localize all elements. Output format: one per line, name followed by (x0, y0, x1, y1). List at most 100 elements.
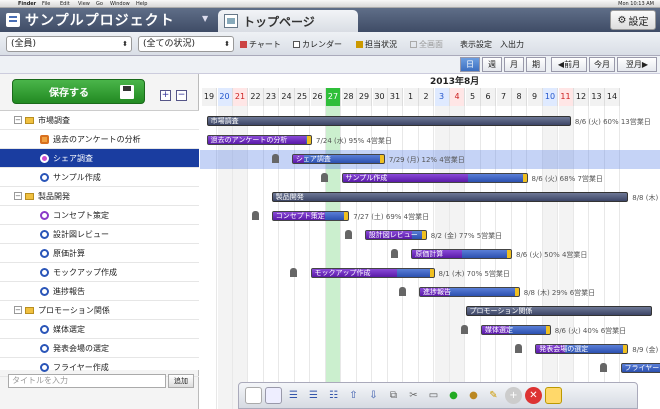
menu-window[interactable]: Window (110, 0, 130, 7)
tree-item-mockup[interactable]: モックアップ作成 (0, 263, 199, 282)
tree-item-progress[interactable]: 進捗報告 (0, 282, 199, 301)
assignee-status-button[interactable]: 担当状況 (356, 39, 397, 50)
resize-handle[interactable] (379, 155, 384, 163)
add-person-icon[interactable]: ● (445, 387, 462, 404)
task-bar[interactable]: シェア調査 (291, 154, 385, 164)
project-title[interactable]: サンプルプロジェクト (6, 9, 175, 31)
task-bar[interactable]: モックアップ作成 (310, 268, 435, 278)
copy-icon[interactable] (265, 387, 282, 404)
menu-app[interactable]: Finder (18, 0, 36, 7)
task-bar[interactable]: コンセプト策定 (271, 211, 350, 221)
menu-view[interactable]: View (78, 0, 90, 7)
task-bar[interactable]: 発表会場の選定 (535, 344, 629, 354)
resize-handle[interactable] (307, 136, 312, 144)
group-bar[interactable]: プロモーション関係 (465, 306, 652, 316)
chart-button[interactable]: チャート (240, 39, 281, 50)
tree-item-venue[interactable]: 発表会場の選定 (0, 339, 199, 358)
assignee-icon[interactable] (251, 211, 259, 220)
view-day[interactable]: 日 (460, 57, 480, 72)
resize-handle[interactable] (429, 269, 434, 277)
add-icon[interactable]: + (505, 387, 522, 404)
display-settings-button[interactable]: 表示設定 (460, 39, 492, 50)
remove-person-icon[interactable]: ● (465, 387, 482, 404)
calendar-button[interactable]: カレンダー (293, 39, 342, 50)
tree-item-past-survey[interactable]: 過去のアンケートの分析 (0, 130, 199, 149)
tree-item-cost[interactable]: 原価計算 (0, 244, 199, 263)
assignee-icon[interactable] (460, 325, 468, 334)
import-export-button[interactable]: 入出力 (500, 39, 524, 50)
outdent-icon[interactable]: ☰ (305, 387, 322, 404)
menu-help[interactable]: Help (136, 0, 147, 7)
menu-file[interactable]: File (42, 0, 50, 7)
bar-label: プロモーション関係 (469, 307, 533, 315)
member-select[interactable]: (全員) ⬍ (6, 36, 132, 52)
link-icon[interactable]: ⧉ (385, 387, 402, 404)
tree-item-concept[interactable]: コンセプト策定 (0, 206, 199, 225)
tree-item-label: 進捗報告 (53, 286, 85, 296)
resize-handle[interactable] (522, 174, 527, 182)
save-button[interactable]: 保存する (12, 79, 145, 104)
edit-icon[interactable]: ✎ (485, 387, 502, 404)
task-bar[interactable]: 過去のアンケートの分析 (206, 135, 313, 145)
view-month[interactable]: 月 (504, 57, 524, 72)
this-month-button[interactable]: 今月 (589, 57, 615, 72)
assignee-icon[interactable] (290, 268, 298, 277)
tab-top-page[interactable]: トップページ (218, 10, 358, 32)
resize-handle[interactable] (507, 250, 511, 258)
tree-item-product-dev[interactable]: − 製品開発 (0, 187, 199, 206)
task-icon (40, 153, 49, 163)
assignee-icon[interactable] (344, 230, 352, 239)
collapse-all-button[interactable]: − (176, 90, 187, 101)
next-month-button[interactable]: 翌月▶ (617, 57, 657, 72)
prev-month-button[interactable]: ◀前月 (551, 57, 587, 72)
tree-item-promotion[interactable]: − プロモーション関係 (0, 301, 199, 320)
title-input[interactable]: タイトルを入力 (8, 374, 166, 388)
add-button[interactable]: 追加 (168, 374, 194, 388)
delete-icon[interactable]: ✕ (525, 387, 542, 404)
move-up-icon[interactable]: ⇧ (345, 387, 362, 404)
tree-item-sample[interactable]: サンプル作成 (0, 168, 199, 187)
fullscreen-button[interactable]: 全画面 (410, 39, 443, 50)
collapse-toggle-icon[interactable]: − (14, 192, 22, 200)
task-bar[interactable]: 進捗報告 (419, 287, 520, 297)
menu-edit[interactable]: Edit (60, 0, 70, 7)
assignee-icon[interactable] (600, 363, 608, 372)
tree-item-share-survey[interactable]: シェア調査 (0, 149, 199, 168)
collapse-toggle-icon[interactable]: − (14, 116, 22, 124)
status-select[interactable]: (全ての状況) ⬍ (138, 36, 234, 52)
new-doc-icon[interactable] (245, 387, 262, 404)
tree-item-design-review[interactable]: 設計図レビュー (0, 225, 199, 244)
assignee-icon[interactable] (515, 344, 523, 353)
task-bar[interactable]: 原価計算 (411, 249, 512, 259)
task-bar[interactable]: 媒体選定 (481, 325, 551, 335)
collapse-toggle-icon[interactable]: − (14, 306, 22, 314)
tree-item-media[interactable]: 媒体選定 (0, 320, 199, 339)
assignee-icon[interactable] (271, 154, 279, 163)
tree-item-market-research[interactable]: − 市場調査 (0, 111, 199, 130)
expand-all-button[interactable]: + (160, 90, 171, 101)
resize-handle[interactable] (623, 345, 628, 353)
comment-icon[interactable]: ▭ (425, 387, 442, 404)
indent-icon[interactable]: ☰ (285, 387, 302, 404)
calendar-note-icon[interactable] (545, 387, 562, 404)
menu-go[interactable]: Go (96, 0, 103, 7)
view-term[interactable]: 期 (526, 57, 546, 72)
assignee-icon[interactable] (398, 287, 406, 296)
resize-handle[interactable] (421, 231, 426, 239)
resize-handle[interactable] (514, 288, 519, 296)
group-bar[interactable]: 製品開発 (271, 192, 629, 202)
task-bar[interactable]: 設計図レビュー (364, 230, 427, 240)
group-bar[interactable]: 市場調査 (206, 116, 571, 126)
assignee-icon[interactable] (321, 173, 329, 182)
resize-handle[interactable] (545, 326, 550, 334)
task-bar[interactable]: サンプル作成 (341, 173, 528, 183)
chevron-down-icon[interactable]: ▼ (202, 14, 208, 23)
list-icon[interactable]: ☷ (325, 387, 342, 404)
task-bar[interactable]: フライヤー (620, 363, 660, 373)
resize-handle[interactable] (344, 212, 349, 220)
view-week[interactable]: 週 (482, 57, 502, 72)
assignee-icon[interactable] (391, 249, 399, 258)
unlink-icon[interactable]: ✂ (405, 387, 422, 404)
move-down-icon[interactable]: ⇩ (365, 387, 382, 404)
settings-button[interactable]: ⚙ 設定 (610, 10, 656, 30)
